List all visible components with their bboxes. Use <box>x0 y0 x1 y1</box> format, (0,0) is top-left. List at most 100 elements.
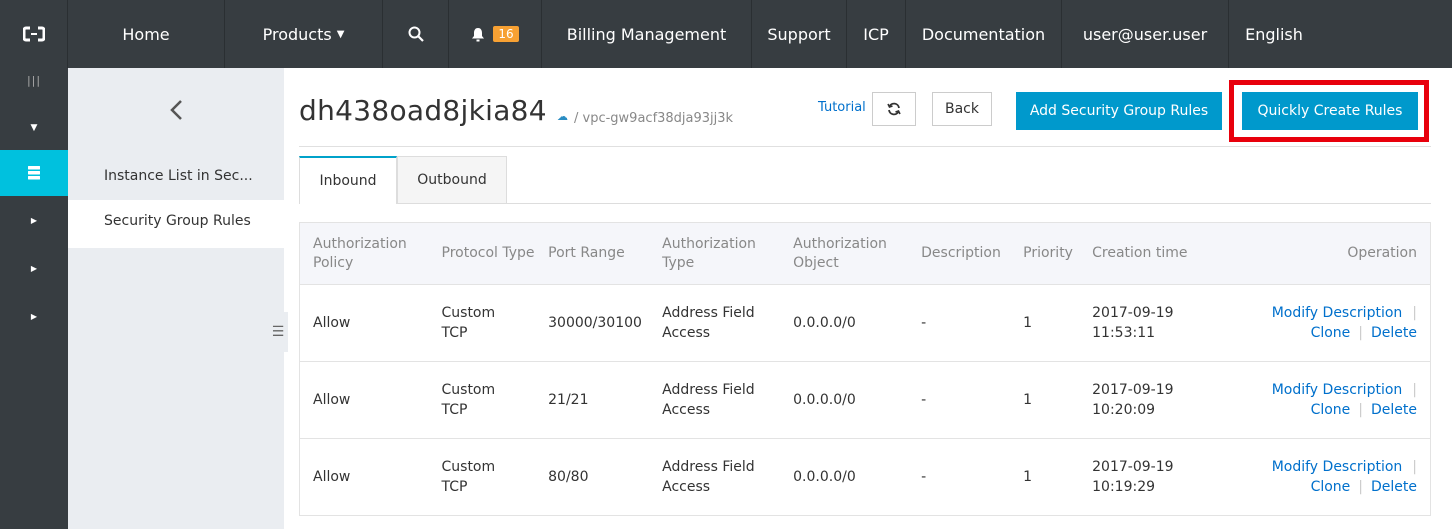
nav-user[interactable]: user@user.user <box>1062 0 1229 68</box>
cell-time: 2017-09-19 10:19:29 <box>1079 438 1222 516</box>
cell-port: 30000/30100 <box>535 284 650 362</box>
table-row: Allow Custom TCP 30000/30100 Address Fie… <box>299 284 1431 362</box>
refresh-icon <box>887 102 901 116</box>
cell-time: 2017-09-19 10:20:09 <box>1079 361 1222 439</box>
vpc-cloud-icon: ☁ <box>557 110 568 123</box>
cell-priority: 1 <box>1010 284 1080 362</box>
delete-link[interactable]: Delete <box>1371 402 1417 418</box>
nav-support[interactable]: Support <box>752 0 847 68</box>
separator: | <box>1412 305 1417 321</box>
rail-expand[interactable]: ▼ <box>0 106 68 150</box>
menu-bars-icon: ||| <box>26 74 42 87</box>
separator: | <box>1358 479 1363 495</box>
column-header: Operation <box>1221 222 1431 285</box>
column-header: Priority <box>1010 222 1080 285</box>
rail-item-2[interactable]: ▶ <box>0 244 68 292</box>
modify-description-link[interactable]: Modify Description <box>1272 305 1403 321</box>
column-header: Protocol Type <box>428 222 536 285</box>
back-button[interactable]: Back <box>932 92 992 126</box>
cell-object: 0.0.0.0/0 <box>780 361 909 439</box>
nav-billing[interactable]: Billing Management <box>542 0 752 68</box>
header-divider <box>299 146 1431 147</box>
cell-protocol: Custom TCP <box>428 438 536 516</box>
caret-down-icon: ▼ <box>30 123 38 133</box>
nav-documentation[interactable]: Documentation <box>906 0 1062 68</box>
cell-protocol: Custom TCP <box>428 361 536 439</box>
cell-priority: 1 <box>1010 438 1080 516</box>
separator: | <box>1412 459 1417 475</box>
vpc-link[interactable]: / vpc-gw9acf38dja93jj3k <box>574 111 733 126</box>
delete-link[interactable]: Delete <box>1371 479 1417 495</box>
modify-description-link[interactable]: Modify Description <box>1272 382 1403 398</box>
secondary-sidebar: Instance List in Sec... Security Group R… <box>68 68 288 529</box>
chevron-left-icon <box>170 100 182 120</box>
cell-policy: Allow <box>299 284 429 362</box>
nav-products-label: Products <box>262 24 332 44</box>
add-security-group-rules-button[interactable]: Add Security Group Rules <box>1016 92 1222 130</box>
nav-home[interactable]: Home <box>68 0 225 68</box>
cell-auth-type: Address Field Access <box>649 361 781 439</box>
nav-icp[interactable]: ICP <box>847 0 906 68</box>
cell-time: 2017-09-19 11:53:11 <box>1079 284 1222 362</box>
collapse-button[interactable] <box>68 68 284 152</box>
cell-policy: Allow <box>299 438 429 516</box>
cell-port: 21/21 <box>535 361 650 439</box>
cell-operation: Modify Description | Clone | Delete <box>1221 438 1431 516</box>
cell-operation: Modify Description | Clone | Delete <box>1221 361 1431 439</box>
column-header: Authorization Type <box>649 222 781 285</box>
column-header: Authorization Object <box>780 222 909 285</box>
cell-priority: 1 <box>1010 361 1080 439</box>
clone-link[interactable]: Clone <box>1311 402 1351 418</box>
caret-down-icon: ▼ <box>336 28 345 40</box>
sidebar-toggle-handle[interactable]: ☰ <box>268 312 288 352</box>
rules-table: Authorization Policy Protocol Type Port … <box>299 222 1431 516</box>
rail-item-1[interactable]: ▶ <box>0 196 68 244</box>
cloud-logo-icon <box>22 26 45 42</box>
caret-right-icon: ▶ <box>30 311 38 321</box>
nav-language[interactable]: English <box>1229 0 1319 68</box>
cell-auth-type: Address Field Access <box>649 284 781 362</box>
notifications-button[interactable]: 16 <box>449 0 542 68</box>
table-header-row: Authorization Policy Protocol Type Port … <box>299 222 1431 285</box>
sidebar-item-instance-list[interactable]: Instance List in Sec... <box>68 152 284 200</box>
tab-outbound[interactable]: Outbound <box>397 156 507 204</box>
tab-inbound[interactable]: Inbound <box>299 156 397 204</box>
rail-ecs[interactable] <box>0 150 68 196</box>
modify-description-link[interactable]: Modify Description <box>1272 459 1403 475</box>
cell-object: 0.0.0.0/0 <box>780 284 909 362</box>
cell-policy: Allow <box>299 361 429 439</box>
tabs-divider <box>507 203 1431 204</box>
logo[interactable] <box>0 0 68 68</box>
notification-badge: 16 <box>493 26 519 42</box>
server-icon <box>28 166 40 180</box>
column-header: Authorization Policy <box>299 222 429 285</box>
cell-object: 0.0.0.0/0 <box>780 438 909 516</box>
refresh-button[interactable] <box>872 92 916 126</box>
search-button[interactable] <box>383 0 449 68</box>
cell-port: 80/80 <box>535 438 650 516</box>
outdent-icon: ☰ <box>271 324 285 340</box>
top-nav: Home Products ▼ 16 Billing Management Su… <box>0 0 1452 68</box>
sidebar-item-security-group-rules[interactable]: Security Group Rules <box>68 200 284 248</box>
bell-icon <box>472 27 485 41</box>
nav-products[interactable]: Products ▼ <box>225 0 383 68</box>
rail-item-3[interactable]: ▶ <box>0 292 68 340</box>
delete-link[interactable]: Delete <box>1371 325 1417 341</box>
cell-description: - <box>908 438 1011 516</box>
cell-description: - <box>908 361 1011 439</box>
column-header: Creation time <box>1079 222 1222 285</box>
column-header: Port Range <box>535 222 650 285</box>
clone-link[interactable]: Clone <box>1311 479 1351 495</box>
table-row: Allow Custom TCP 21/21 Address Field Acc… <box>299 361 1431 439</box>
clone-link[interactable]: Clone <box>1311 325 1351 341</box>
search-icon <box>408 26 424 42</box>
separator: | <box>1412 382 1417 398</box>
page-title: dh438oad8jkia84 <box>299 94 547 127</box>
tutorial-link[interactable]: Tutorial <box>818 100 866 115</box>
menu-toggle[interactable]: ||| <box>0 68 68 106</box>
sidebar-item-label: Instance List in Sec... <box>104 168 253 184</box>
caret-right-icon: ▶ <box>30 215 38 225</box>
cell-operation: Modify Description | Clone | Delete <box>1221 284 1431 362</box>
column-header: Description <box>908 222 1011 285</box>
sidebar-item-label: Security Group Rules <box>104 213 251 229</box>
